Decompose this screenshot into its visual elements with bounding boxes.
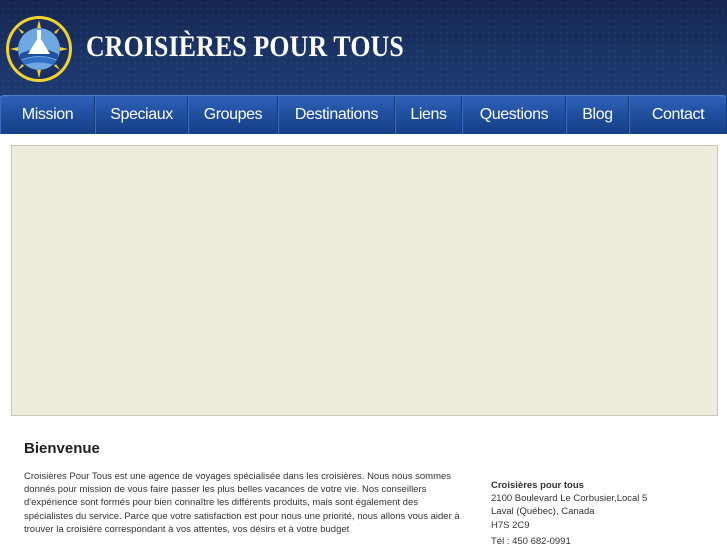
nav-item-mission[interactable]: Mission [0,96,95,134]
address-city: Laval (Québec), Canada [491,506,595,518]
welcome-heading: Bienvenue [24,440,100,457]
nav-item-speciaux[interactable]: Speciaux [95,96,188,134]
site-title: CROISIÈRES POUR TOUS [86,30,404,63]
address-street: 2100 Boulevard Le Corbusier,Local 5 [491,493,648,505]
nav-item-destinations[interactable]: Destinations [278,96,395,134]
nav-item-contact[interactable]: Contact [629,96,727,134]
site-header: CROISIÈRES POUR TOUS [0,0,727,96]
nav-item-blog[interactable]: Blog [566,96,629,134]
nav-item-groupes[interactable]: Groupes [188,96,278,134]
nav-item-questions[interactable]: Questions [462,96,566,134]
contact-address: Croisières pour tous 2100 Boulevard Le C… [491,479,647,548]
logo-emblem[interactable] [4,14,74,84]
main-nav: Mission Speciaux Groupes Destinations Li… [0,95,727,134]
welcome-text: Croisières Pour Tous est une agence de v… [24,471,460,535]
nav-item-liens[interactable]: Liens [395,96,462,134]
address-postal: H7S 2C9 [491,519,530,531]
banner-placeholder [11,145,718,416]
company-name: Croisières pour tous [491,480,584,491]
contact-phone[interactable]: Tél : 450 682-0991 [491,535,647,548]
